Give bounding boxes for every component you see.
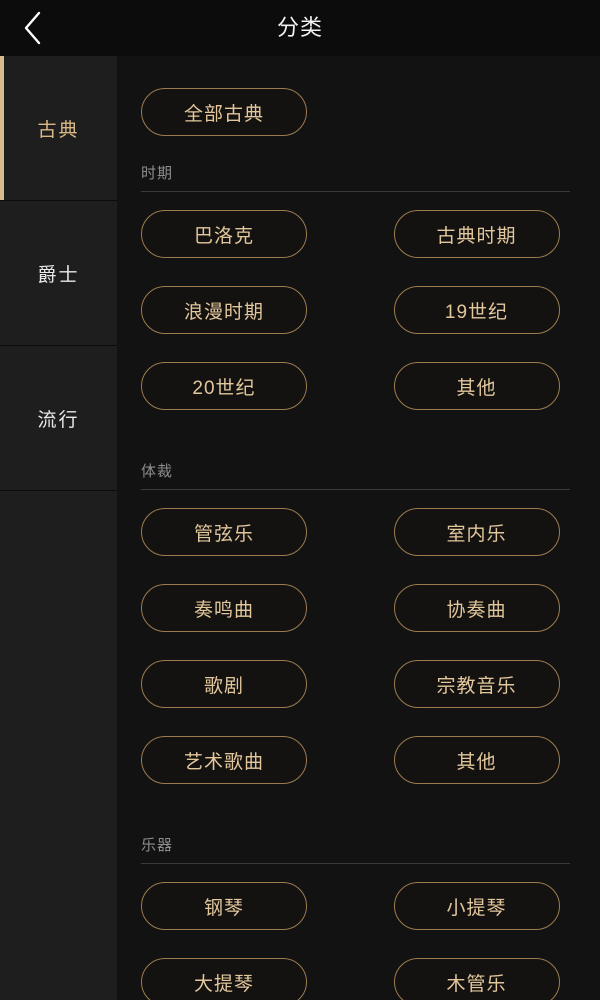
chip-period-2[interactable]: 浪漫时期 (141, 286, 307, 334)
sidebar-item-pop[interactable]: 流行 (0, 346, 117, 491)
chip-genre-1[interactable]: 室内乐 (393, 508, 560, 556)
chip-period-1[interactable]: 古典时期 (393, 210, 560, 258)
chip-genre-4[interactable]: 歌剧 (141, 660, 307, 708)
chip-genre-6[interactable]: 艺术歌曲 (141, 736, 307, 784)
chip-cell: 管弦乐 (141, 508, 362, 556)
filter-panel: 全部古典 时期 巴洛克 古典时期 浪漫时期 19世纪 20世纪 其他 体裁 管弦… (117, 56, 600, 1000)
chip-all-classical[interactable]: 全部古典 (141, 88, 307, 136)
section-label: 乐器 (141, 837, 174, 854)
chip-cell: 其他 (362, 362, 583, 410)
category-screen: 分类 古典 爵士 流行 全部古典 时期 巴洛克 古典时期 浪漫时期 19世纪 2… (0, 0, 600, 1000)
app-header: 分类 (0, 0, 600, 56)
sidebar-item-label: 流行 (37, 409, 80, 431)
section-label: 时期 (141, 165, 174, 182)
sidebar-item-jazz[interactable]: 爵士 (0, 201, 117, 346)
chip-instrument-3[interactable]: 木管乐 (393, 958, 560, 1000)
chip-cell: 歌剧 (141, 660, 362, 708)
chip-cell: 巴洛克 (141, 210, 362, 258)
chip-instrument-2[interactable]: 大提琴 (141, 958, 307, 1000)
content-area: 古典 爵士 流行 全部古典 时期 巴洛克 古典时期 浪漫时期 19世纪 20世纪… (0, 56, 600, 1000)
chip-cell: 木管乐 (362, 958, 583, 1000)
chip-instrument-0[interactable]: 钢琴 (141, 882, 307, 930)
chip-instrument-1[interactable]: 小提琴 (393, 882, 560, 930)
chip-cell: 小提琴 (362, 882, 583, 930)
section-genre: 体裁 管弦乐 室内乐 奏鸣曲 协奏曲 歌剧 宗教音乐 艺术歌曲 其他 (141, 438, 582, 812)
chip-grid-period: 巴洛克 古典时期 浪漫时期 19世纪 20世纪 其他 (141, 192, 582, 438)
section-period: 时期 巴洛克 古典时期 浪漫时期 19世纪 20世纪 其他 (141, 140, 582, 438)
chevron-left-icon (23, 11, 43, 45)
chip-cell: 20世纪 (141, 362, 362, 410)
chip-cell: 钢琴 (141, 882, 362, 930)
chip-genre-0[interactable]: 管弦乐 (141, 508, 307, 556)
back-button[interactable] (10, 6, 56, 50)
chip-grid-genre: 管弦乐 室内乐 奏鸣曲 协奏曲 歌剧 宗教音乐 艺术歌曲 其他 (141, 490, 582, 812)
chip-cell: 浪漫时期 (141, 286, 362, 334)
sidebar-item-label: 古典 (37, 119, 80, 141)
category-sidebar: 古典 爵士 流行 (0, 56, 117, 1000)
chip-period-3[interactable]: 19世纪 (393, 286, 560, 334)
chip-cell: 其他 (362, 736, 583, 784)
section-label: 体裁 (141, 463, 174, 480)
chip-cell: 室内乐 (362, 508, 583, 556)
chip-cell: 大提琴 (141, 958, 362, 1000)
chip-genre-5[interactable]: 宗教音乐 (393, 660, 560, 708)
chip-cell: 宗教音乐 (362, 660, 583, 708)
chip-cell: 19世纪 (362, 286, 583, 334)
chip-grid-instrument: 钢琴 小提琴 大提琴 木管乐 (141, 864, 582, 1000)
chip-genre-2[interactable]: 奏鸣曲 (141, 584, 307, 632)
chip-period-0[interactable]: 巴洛克 (141, 210, 307, 258)
sidebar-empty-space (0, 491, 117, 1000)
chip-cell: 协奏曲 (362, 584, 583, 632)
page-title: 分类 (276, 15, 323, 40)
chip-cell: 艺术歌曲 (141, 736, 362, 784)
chip-genre-7[interactable]: 其他 (393, 736, 560, 784)
chip-genre-3[interactable]: 协奏曲 (393, 584, 560, 632)
chip-cell: 古典时期 (362, 210, 583, 258)
section-instrument: 乐器 钢琴 小提琴 大提琴 木管乐 (141, 812, 582, 1000)
sidebar-item-label: 爵士 (37, 264, 80, 286)
chip-period-5[interactable]: 其他 (393, 362, 560, 410)
sidebar-item-classical[interactable]: 古典 (0, 56, 117, 201)
chip-cell: 奏鸣曲 (141, 584, 362, 632)
chip-period-4[interactable]: 20世纪 (141, 362, 307, 410)
all-chip-row: 全部古典 (141, 56, 582, 140)
